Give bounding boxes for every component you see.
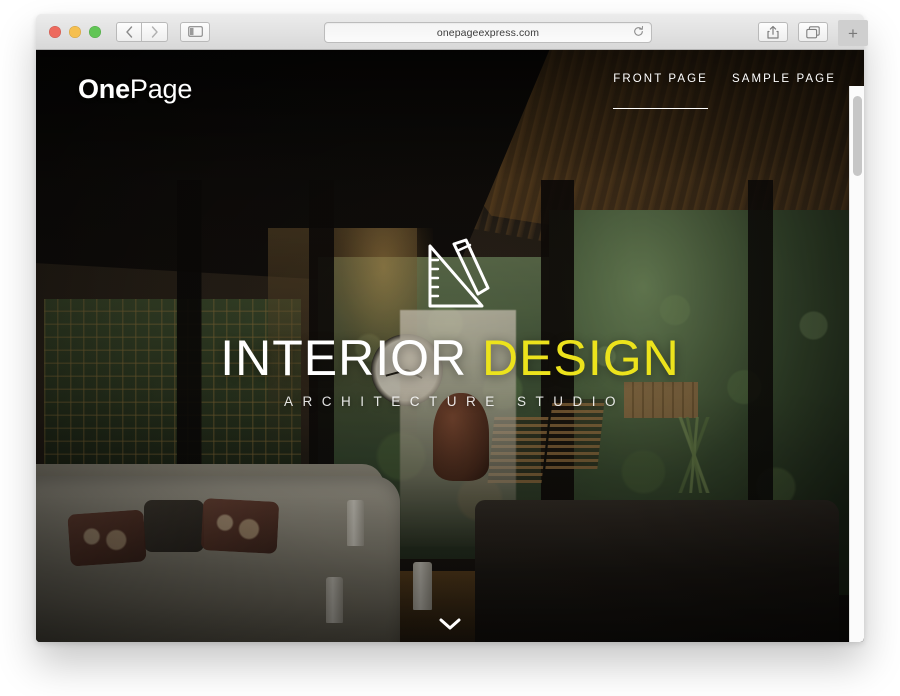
window-controls	[49, 25, 101, 38]
scroll-down-button[interactable]	[436, 615, 464, 638]
nav-item-front-page[interactable]: FRONT PAGE	[613, 73, 708, 109]
browser-window: onepageexpress.com + OnePage FRONT PAGE …	[36, 14, 868, 642]
chevron-down-icon	[439, 618, 461, 630]
zoom-button[interactable]	[89, 25, 101, 38]
hero-title: INTERIOR DESIGN	[220, 333, 680, 383]
share-button[interactable]	[758, 22, 788, 42]
browser-titlebar: onepageexpress.com +	[36, 14, 868, 50]
site-navigation: FRONT PAGE SAMPLE PAGE	[613, 69, 836, 109]
hero-subtitle: ARCHITECTURE STUDIO	[283, 393, 625, 409]
page-scrollbar-thumb[interactable]	[853, 96, 862, 176]
chevron-right-icon	[151, 25, 158, 38]
navigation-buttons	[116, 21, 210, 42]
show-all-tabs-button[interactable]	[798, 22, 828, 42]
back-button[interactable]	[116, 21, 142, 42]
site-header: OnePage FRONT PAGE SAMPLE PAGE	[36, 50, 864, 128]
hero-content: INTERIOR DESIGN ARCHITECTURE STUDIO	[36, 50, 864, 642]
sidebar-icon	[187, 26, 203, 37]
reload-icon	[634, 25, 644, 36]
set-square-and-pencil-icon	[408, 238, 492, 321]
url-text: onepageexpress.com	[436, 26, 540, 39]
desktop-backdrop: onepageexpress.com + OnePage FRONT PAGE …	[0, 0, 900, 696]
share-icon	[767, 25, 779, 39]
hero-title-primary: INTERIOR	[220, 329, 468, 386]
chevron-left-icon	[126, 25, 133, 38]
address-bar[interactable]: onepageexpress.com	[324, 22, 652, 43]
nav-item-sample-page[interactable]: SAMPLE PAGE	[732, 73, 836, 109]
forward-button[interactable]	[142, 21, 168, 42]
tabs-icon	[806, 25, 820, 38]
page-viewport: OnePage FRONT PAGE SAMPLE PAGE INTERIOR …	[36, 50, 864, 642]
site-logo[interactable]: OnePage	[78, 74, 192, 105]
new-tab-button[interactable]: +	[838, 20, 868, 46]
sidebar-toggle-button[interactable]	[180, 21, 210, 42]
hero-title-accent: DESIGN	[482, 329, 680, 386]
minimize-button[interactable]	[69, 25, 81, 38]
toolbar-right-group	[758, 22, 828, 42]
logo-light-text: Page	[129, 73, 193, 104]
close-button[interactable]	[49, 25, 61, 38]
reload-button[interactable]	[633, 24, 644, 42]
logo-bold-text: One	[78, 73, 130, 104]
page-scrollbar[interactable]	[849, 86, 864, 642]
